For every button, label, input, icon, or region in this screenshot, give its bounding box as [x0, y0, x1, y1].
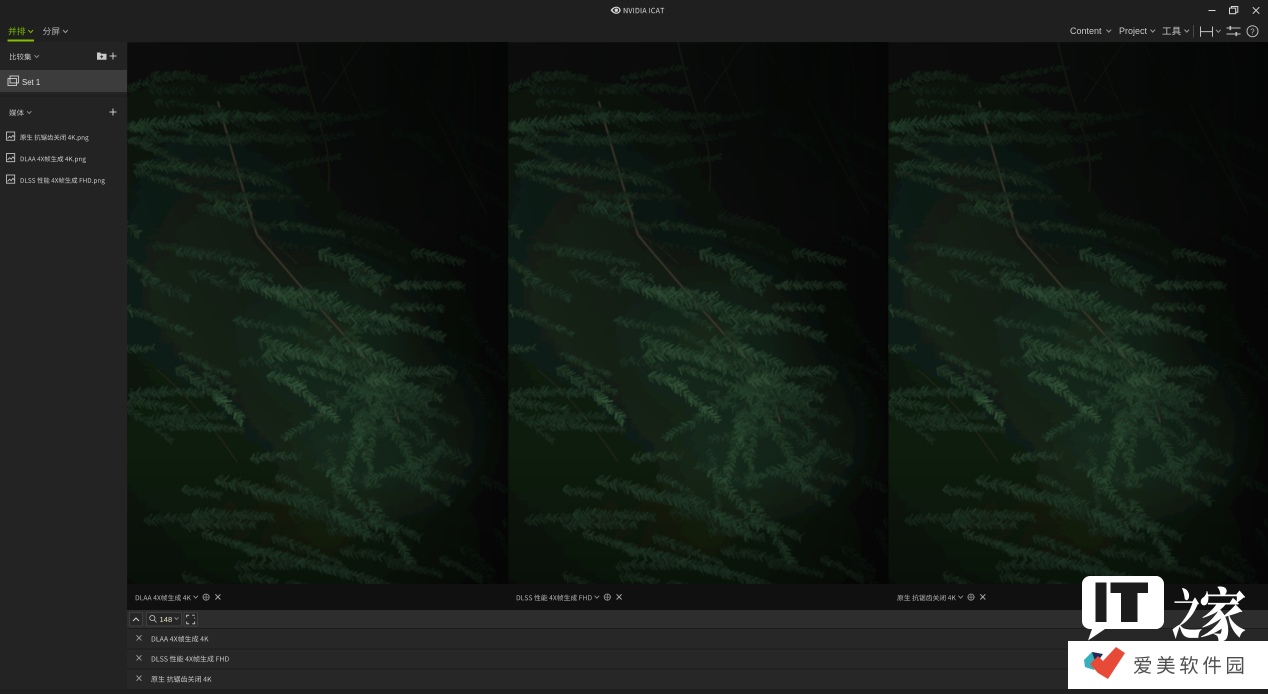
svg-text:Set 1: Set 1	[22, 78, 40, 87]
svg-text:Content: Content	[1070, 26, 1102, 36]
svg-text:148: 148	[160, 615, 173, 624]
svg-text:?: ?	[1250, 27, 1255, 36]
svg-text:Project: Project	[1119, 26, 1148, 36]
